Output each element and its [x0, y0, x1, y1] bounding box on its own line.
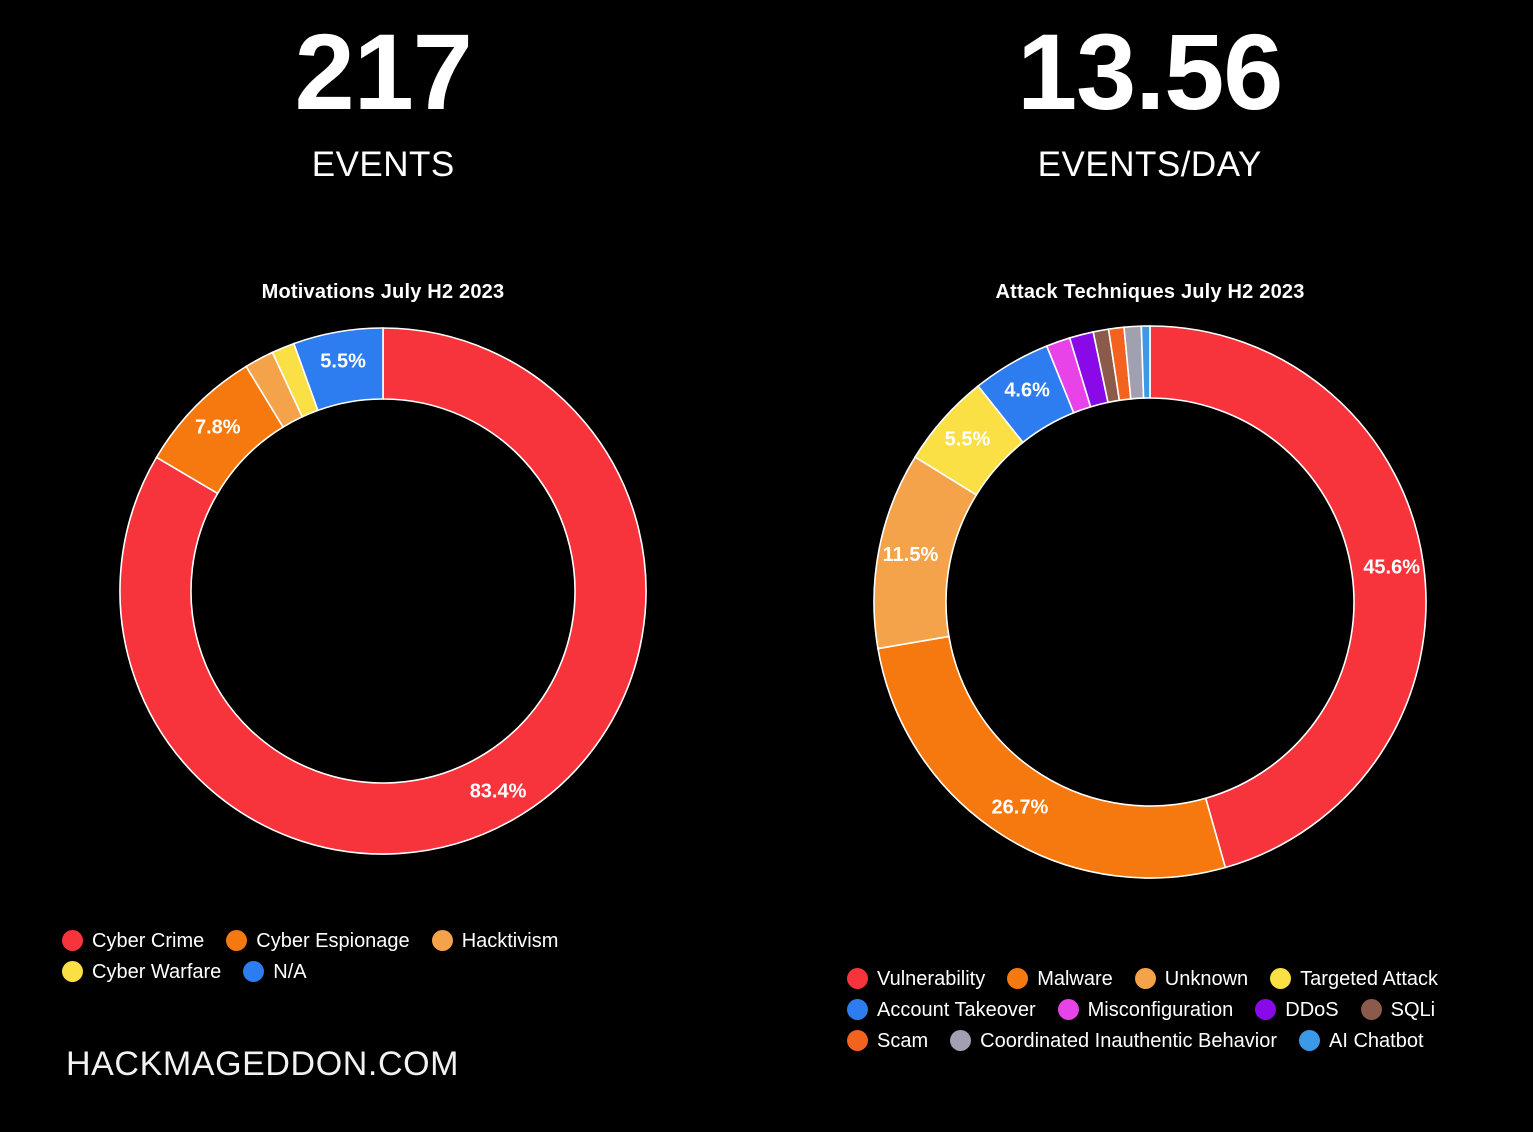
legend-color-swatch-icon [1007, 968, 1029, 989]
donut-slice-label: 4.6% [1004, 379, 1050, 401]
legend-item[interactable]: Scam [847, 1030, 928, 1051]
legend-item-label: SQLi [1390, 998, 1436, 1021]
legend-item-label: Misconfiguration [1087, 998, 1234, 1021]
donut-slice[interactable] [1149, 325, 1427, 869]
dashboard-page: 217 EVENTS 13.56 EVENTS/DAY Motivations … [0, 0, 1533, 1132]
legend-item-label: Coordinated Inauthentic Behavior [980, 1029, 1277, 1052]
legend-item-label: Unknown [1164, 967, 1249, 990]
legend-item[interactable]: Malware [1007, 968, 1113, 989]
kpi-events-label: EVENTS [311, 144, 455, 184]
kpi-row: 217 EVENTS 13.56 EVENTS/DAY [0, 0, 1533, 230]
motivations-donut-chart[interactable]: 83.4% 7.8% 5.5% [118, 326, 648, 856]
donut-slice-label: 7.8% [195, 416, 241, 438]
legend-item-label: N/A [273, 960, 307, 983]
legend-item[interactable]: Misconfiguration [1057, 998, 1234, 1021]
legend-item[interactable]: DDoS [1255, 998, 1339, 1021]
legend-color-swatch-icon [847, 968, 868, 989]
legend-item-label: Vulnerability [877, 967, 986, 990]
legend-color-swatch-icon [847, 999, 868, 1020]
legend-item[interactable]: Hacktivism [431, 929, 559, 952]
legend-color-swatch-icon [243, 961, 265, 982]
legend-color-swatch-icon [1360, 999, 1382, 1020]
legend-item[interactable]: Unknown [1134, 967, 1249, 990]
legend-item[interactable]: Coordinated Inauthentic Behavior [950, 1030, 1277, 1051]
donut-slice-label: 26.7% [992, 797, 1049, 819]
legend-item-label: Cyber Warfare [92, 960, 222, 983]
brand-watermark: HACKMAGEDDON.COM [66, 1045, 460, 1083]
legend-item-label: Cyber Espionage [256, 929, 410, 952]
legend-color-swatch-icon [950, 1030, 972, 1051]
legend-item-label: Targeted Attack [1300, 967, 1439, 990]
legend-item-label: DDoS [1285, 998, 1339, 1021]
legend-color-swatch-icon [431, 930, 453, 951]
legend-color-swatch-icon [1134, 968, 1156, 989]
kpi-events-value: 217 [294, 11, 473, 132]
legend-color-swatch-icon [1299, 1030, 1320, 1051]
legend-item[interactable]: Cyber Warfare [62, 961, 221, 982]
motivations-legend: Cyber Crime Cyber Espionage Hacktivism Cybe… [62, 930, 662, 982]
legend-item[interactable]: Targeted Attack [1270, 968, 1438, 989]
attack-techniques-donut-wrap: 45.6% 26.7% 11.5% 5.5% 4.6% [767, 324, 1533, 880]
legend-item[interactable]: SQLi [1360, 998, 1436, 1021]
kpi-events-per-day: 13.56 EVENTS/DAY [767, 0, 1533, 230]
legend-item-label: Scam [877, 1029, 929, 1052]
motivations-chart-title: Motivations July H2 2023 [261, 281, 505, 303]
legend-item[interactable]: Cyber Espionage [226, 929, 410, 952]
legend-item[interactable]: N/A [243, 960, 307, 983]
legend-color-swatch-icon [847, 1030, 868, 1051]
legend-item-label: Hacktivism [461, 929, 559, 952]
legend-item[interactable]: Cyber Crime [62, 930, 204, 951]
attack-techniques-donut-chart[interactable]: 45.6% 26.7% 11.5% 5.5% 4.6% [872, 324, 1428, 880]
attack-techniques-panel: Attack Techniques July H2 2023 45.6% 26.7… [767, 230, 1533, 1132]
legend-item-label: AI Chatbot [1329, 1029, 1424, 1052]
donut-slice-label: 11.5% [883, 544, 939, 566]
donut-slice[interactable] [877, 635, 1227, 879]
legend-color-swatch-icon [1270, 968, 1292, 989]
legend-item-label: Malware [1037, 967, 1113, 990]
kpi-events: 217 EVENTS [0, 0, 767, 230]
donut-slice-label: 5.5% [320, 351, 366, 373]
legend-item-label: Cyber Crime [92, 929, 205, 952]
motivations-donut-wrap: 83.4% 7.8% 5.5% [0, 326, 766, 856]
legend-color-swatch-icon [62, 961, 83, 982]
legend-item[interactable]: Vulnerability [847, 968, 985, 989]
donut-slice[interactable] [1140, 325, 1151, 399]
motivations-panel: Motivations July H2 2023 83.4% 7.8% 5.5% C… [0, 230, 766, 1132]
attack-techniques-legend: Vulnerability Malware Unknown Targeted Atta… [847, 968, 1487, 1051]
donut-slice-label: 5.5% [945, 428, 991, 450]
attack-techniques-chart-title: Attack Techniques July H2 2023 [995, 281, 1305, 303]
kpi-events-per-day-value: 13.56 [1017, 11, 1283, 132]
donut-slice-label: 83.4% [470, 781, 527, 803]
legend-color-swatch-icon [1057, 999, 1079, 1020]
legend-color-swatch-icon [62, 930, 83, 951]
legend-color-swatch-icon [226, 930, 248, 951]
legend-item-label: Account Takeover [877, 998, 1036, 1021]
kpi-events-per-day-label: EVENTS/DAY [1037, 144, 1262, 184]
legend-color-swatch-icon [1255, 999, 1277, 1020]
donut-slice-label: 45.6% [1363, 557, 1420, 579]
legend-item[interactable]: AI Chatbot [1299, 1030, 1424, 1051]
legend-item[interactable]: Account Takeover [847, 999, 1036, 1020]
